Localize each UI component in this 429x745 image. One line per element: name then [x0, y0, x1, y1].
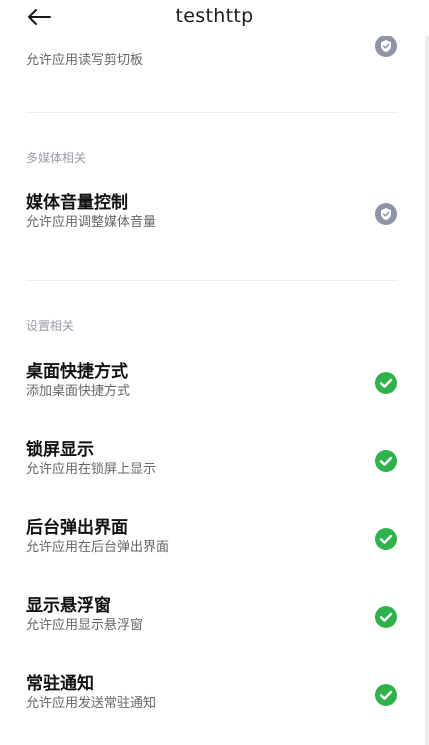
- permission-label: 后台弹出界面: [26, 518, 128, 538]
- permission-desc: 允许应用发送常驻通知: [26, 696, 157, 711]
- gray-check-icon: [374, 34, 398, 62]
- gray-check-icon: [374, 202, 398, 226]
- green-check-icon: [374, 371, 398, 395]
- permission-item-lockscreen[interactable]: 锁屏显示 允许应用在锁屏上显示: [26, 439, 398, 483]
- divider: [26, 280, 398, 281]
- permission-item-media-volume[interactable]: 媒体音量控制 允许应用调整媒体音量: [26, 192, 398, 236]
- permission-desc: 允许应用在后台弹出界面: [26, 540, 170, 555]
- permission-item-background-popup[interactable]: 后台弹出界面 允许应用在后台弹出界面: [26, 517, 398, 561]
- green-check-icon: [374, 683, 398, 707]
- permission-item-desktop-shortcut[interactable]: 桌面快捷方式 添加桌面快捷方式: [26, 361, 398, 405]
- permission-item-floating-window[interactable]: 显示悬浮窗 允许应用显示悬浮窗: [26, 595, 398, 639]
- permission-desc: 允许应用读写剪切板: [26, 53, 144, 68]
- permission-label: 显示悬浮窗: [26, 596, 111, 616]
- section-title-media: 多媒体相关: [26, 151, 87, 165]
- scrollbar-track: [425, 0, 429, 745]
- page-title: testhttp: [175, 5, 254, 27]
- permission-desc: 允许应用在锁屏上显示: [26, 462, 157, 477]
- green-check-icon: [374, 605, 398, 629]
- permission-label: 桌面快捷方式: [26, 362, 128, 382]
- top-app-bar: testhttp: [0, 0, 429, 36]
- divider: [26, 112, 398, 113]
- permission-label: 媒体音量控制: [26, 193, 128, 213]
- permission-label: 常驻通知: [26, 674, 94, 694]
- permission-desc: 添加桌面快捷方式: [26, 384, 131, 399]
- section-title-settings: 设置相关: [26, 319, 75, 333]
- permission-label: 锁屏显示: [26, 440, 94, 460]
- green-check-icon: [374, 527, 398, 551]
- permission-desc: 允许应用显示悬浮窗: [26, 618, 144, 633]
- green-check-icon: [374, 449, 398, 473]
- permission-desc: 允许应用调整媒体音量: [26, 215, 157, 230]
- permission-item-persistent-notification[interactable]: 常驻通知 允许应用发送常驻通知: [26, 673, 398, 717]
